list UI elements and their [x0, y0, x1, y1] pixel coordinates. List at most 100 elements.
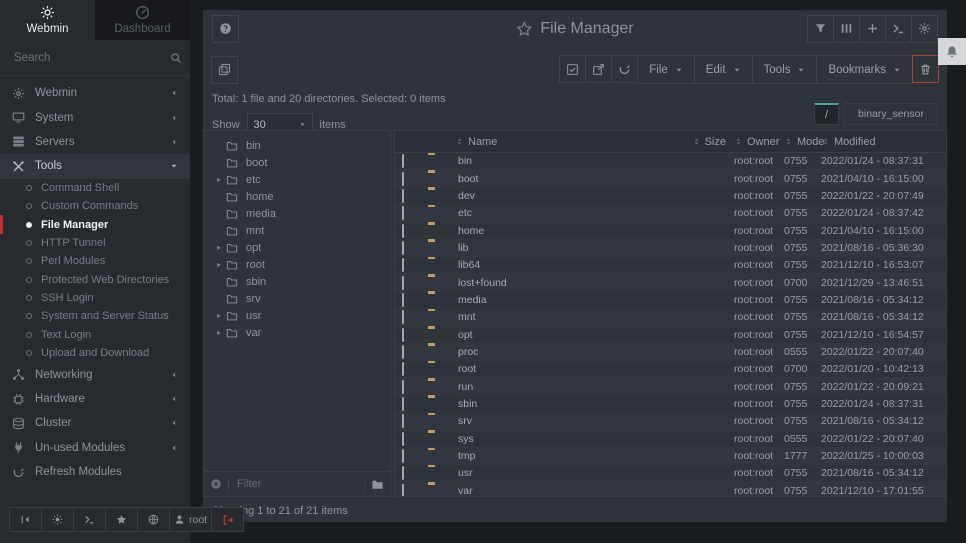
collapse-sidebar-button[interactable] — [9, 507, 42, 532]
terminal-button[interactable] — [73, 507, 106, 532]
sidebar-section-webmin[interactable]: Webmin — [0, 81, 190, 105]
row-checkbox[interactable] — [402, 224, 404, 238]
notifications-tab[interactable] — [938, 38, 966, 65]
columns-button[interactable] — [833, 15, 860, 43]
clear-filter-icon[interactable] — [210, 478, 222, 490]
tab-webmin[interactable]: Webmin — [0, 0, 95, 40]
column-header-name[interactable]: Name — [455, 136, 652, 148]
row-checkbox[interactable] — [402, 328, 404, 342]
file-row[interactable]: libroot:root07552021/08/16 - 05:36:30 — [395, 240, 946, 257]
row-checkbox[interactable] — [402, 414, 404, 428]
column-header-size[interactable]: Size — [652, 136, 734, 148]
clipboard-button[interactable] — [211, 56, 238, 84]
menu-edit[interactable]: Edit — [694, 55, 753, 84]
sidebar-section-hardware[interactable]: Hardware — [0, 387, 190, 411]
menu-bookmarks[interactable]: Bookmarks — [816, 55, 913, 84]
tree-item-root[interactable]: ▸root — [204, 256, 390, 273]
tree-item-sbin[interactable]: sbin — [204, 273, 390, 290]
sidebar-item-command-shell[interactable]: Command Shell — [0, 179, 190, 197]
file-row[interactable]: optroot:root07552021/12/10 - 16:54:57 — [395, 326, 946, 343]
file-row[interactable]: tmproot:root17772022/01/25 - 10:00:03 — [395, 448, 946, 465]
row-checkbox[interactable] — [402, 241, 404, 255]
sidebar-item-custom-commands[interactable]: Custom Commands — [0, 197, 190, 215]
file-row[interactable]: binroot:root07552022/01/24 - 08:37:31 — [395, 153, 946, 170]
tree-item-var[interactable]: ▸var — [204, 324, 390, 341]
sidebar-item-file-manager[interactable]: File Manager — [0, 215, 190, 233]
settings-button[interactable] — [911, 15, 938, 43]
tree-item-opt[interactable]: ▸opt — [204, 239, 390, 256]
column-header-mode[interactable]: Mode — [784, 136, 821, 148]
file-row[interactable]: sysroot:root05552022/01/22 - 20:07:40 — [395, 431, 946, 448]
file-row[interactable]: homeroot:root07552021/04/10 - 16:15:00 — [395, 222, 946, 239]
delete-button[interactable] — [912, 55, 939, 83]
tree-item-usr[interactable]: ▸usr — [204, 307, 390, 324]
column-header-modified[interactable]: Modified — [821, 136, 946, 148]
terminal-button[interactable] — [885, 15, 912, 43]
row-checkbox[interactable] — [402, 345, 404, 359]
tree-expand-icon[interactable]: ▸ — [212, 328, 226, 337]
path-current-segment[interactable]: binary_sensor — [844, 103, 938, 125]
file-row[interactable]: lost+foundroot:root07002021/12/29 - 13:4… — [395, 274, 946, 291]
column-header-owner[interactable]: Owner — [734, 136, 784, 148]
row-checkbox[interactable] — [402, 466, 404, 480]
row-checkbox[interactable] — [402, 397, 404, 411]
file-row[interactable]: srvroot:root07552021/08/16 - 05:34:12 — [395, 413, 946, 430]
sidebar-section-cluster[interactable]: Cluster — [0, 411, 190, 435]
row-checkbox[interactable] — [402, 449, 404, 463]
folder-icon[interactable] — [364, 478, 384, 491]
tree-expand-icon[interactable]: ▸ — [212, 175, 226, 184]
sidebar-section-refresh-modules[interactable]: Refresh Modules — [0, 460, 190, 484]
file-row[interactable]: bootroot:root07552021/04/10 - 16:15:00 — [395, 170, 946, 187]
tree-item-boot[interactable]: boot — [204, 154, 390, 171]
user-button[interactable]: root — [169, 507, 212, 532]
file-row[interactable]: varroot:root07552021/12/10 - 17:01:55 — [395, 483, 946, 496]
tree-expand-icon[interactable]: ▸ — [212, 243, 226, 252]
row-checkbox[interactable] — [402, 258, 404, 272]
logout-button[interactable] — [211, 507, 244, 532]
row-checkbox[interactable] — [402, 380, 404, 394]
row-checkbox[interactable] — [402, 154, 404, 168]
row-checkbox[interactable] — [402, 362, 404, 376]
sidebar-item-protected-web-directories[interactable]: Protected Web Directories — [0, 271, 190, 289]
tab-dashboard[interactable]: Dashboard — [95, 0, 190, 40]
help-button[interactable] — [212, 15, 239, 43]
file-row[interactable]: mediaroot:root07552021/08/16 - 05:34:12 — [395, 292, 946, 309]
sidebar-section-tools[interactable]: Tools — [0, 154, 190, 178]
file-row[interactable]: devroot:root07552022/01/22 - 20:07:49 — [395, 188, 946, 205]
tree-item-bin[interactable]: bin — [204, 137, 390, 154]
tree-item-home[interactable]: home — [204, 188, 390, 205]
sidebar-item-perl-modules[interactable]: Perl Modules — [0, 252, 190, 270]
language-button[interactable] — [137, 507, 170, 532]
sidebar-item-ssh-login[interactable]: SSH Login — [0, 289, 190, 307]
tree-filter-input[interactable] — [235, 477, 359, 491]
select-mode-button[interactable] — [559, 55, 586, 83]
tree-item-mnt[interactable]: mnt — [204, 222, 390, 239]
menu-file[interactable]: File — [637, 55, 695, 84]
file-row[interactable]: sbinroot:root07552022/01/24 - 08:37:31 — [395, 396, 946, 413]
tree-expand-icon[interactable]: ▸ — [212, 260, 226, 269]
row-checkbox[interactable] — [402, 276, 404, 290]
sidebar-section-un-used-modules[interactable]: Un-used Modules — [0, 436, 190, 460]
add-button[interactable] — [859, 15, 886, 43]
tree-item-etc[interactable]: ▸etc — [204, 171, 390, 188]
tree-item-srv[interactable]: srv — [204, 290, 390, 307]
path-root-button[interactable]: / — [814, 103, 839, 125]
file-row[interactable]: procroot:root05552022/01/22 - 20:07:40 — [395, 344, 946, 361]
row-checkbox[interactable] — [402, 310, 404, 324]
file-row[interactable]: runroot:root07552022/01/22 - 20:09:21 — [395, 378, 946, 395]
sidebar-section-networking[interactable]: Networking — [0, 362, 190, 386]
row-checkbox[interactable] — [402, 293, 404, 307]
file-row[interactable]: etcroot:root07552022/01/24 - 08:37:42 — [395, 205, 946, 222]
filter-button[interactable] — [807, 15, 834, 43]
menu-tools[interactable]: Tools — [752, 55, 818, 84]
row-checkbox[interactable] — [402, 189, 404, 203]
file-row[interactable]: rootroot:root07002022/01/20 - 10:42:13 — [395, 361, 946, 378]
sidebar-item-upload-and-download[interactable]: Upload and Download — [0, 344, 190, 362]
sidebar-item-http-tunnel[interactable]: HTTP Tunnel — [0, 234, 190, 252]
row-checkbox[interactable] — [402, 432, 404, 446]
file-row[interactable]: mntroot:root07552021/08/16 - 05:34:12 — [395, 309, 946, 326]
row-checkbox[interactable] — [402, 172, 404, 186]
sidebar-item-text-login[interactable]: Text Login — [0, 326, 190, 344]
sidebar-section-servers[interactable]: Servers — [0, 130, 190, 154]
tree-expand-icon[interactable]: ▸ — [212, 311, 226, 320]
